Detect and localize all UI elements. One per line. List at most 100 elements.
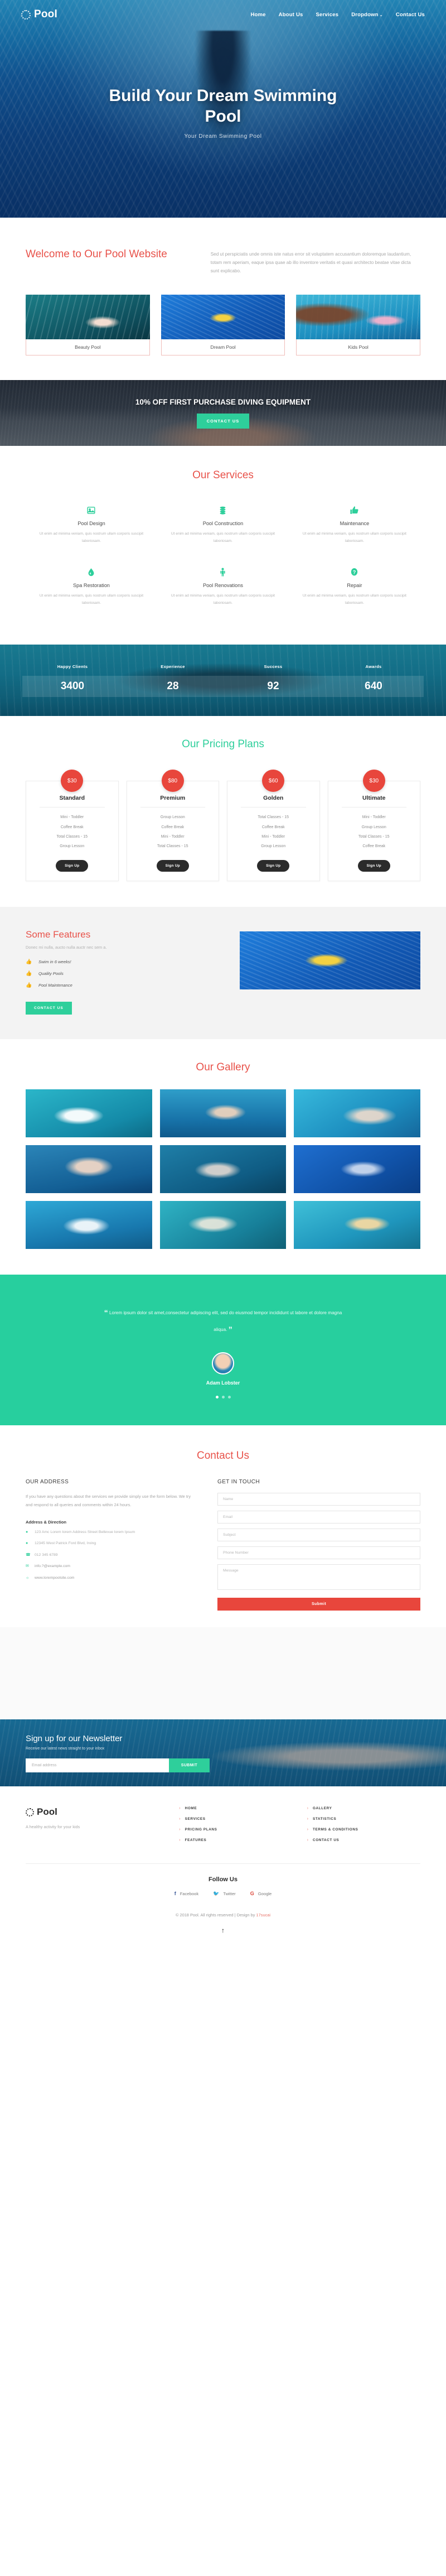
submit-button[interactable]: Submit bbox=[217, 1597, 420, 1611]
open-quote-icon: “ bbox=[104, 1308, 108, 1318]
chevron-right-icon: › bbox=[307, 1838, 308, 1842]
gallery-item[interactable] bbox=[26, 1089, 152, 1138]
stat-value-box: 92 bbox=[223, 675, 323, 697]
footer-link-row[interactable]: › GALLERY bbox=[307, 1806, 420, 1810]
gallery-item[interactable] bbox=[159, 1201, 287, 1249]
chevron-right-icon: › bbox=[179, 1816, 181, 1821]
footer-link-gallery[interactable]: GALLERY bbox=[313, 1806, 332, 1810]
question-mark-icon: ? bbox=[301, 566, 408, 577]
price-badge: $60 bbox=[262, 770, 285, 792]
contact-detail-email[interactable]: ✉ info.?@example.com bbox=[26, 1563, 198, 1570]
pricing-title: Our Pricing Plans bbox=[182, 738, 264, 751]
message-field[interactable] bbox=[217, 1564, 420, 1590]
footer-link-row[interactable]: › TERMS & CONDITIONS bbox=[307, 1828, 420, 1832]
footer-link-services[interactable]: SERVICES bbox=[185, 1817, 206, 1821]
brand-name: Pool bbox=[34, 8, 57, 20]
promo-contact-us-button[interactable]: CONTACT US bbox=[196, 413, 250, 429]
features-image bbox=[240, 931, 420, 990]
nav-item-contact-us[interactable]: Contact Us bbox=[396, 12, 425, 18]
pool-card-image bbox=[296, 294, 421, 339]
social-link-facebook[interactable]: f Facebook bbox=[174, 1891, 198, 1896]
footer-link-terms-conditions[interactable]: TERMS & CONDITIONS bbox=[313, 1828, 358, 1832]
our-address-paragraph: If you have any questions about the serv… bbox=[26, 1493, 191, 1507]
nav-item-about-us[interactable]: About Us bbox=[279, 12, 303, 18]
phone-number-field[interactable] bbox=[217, 1546, 420, 1559]
nav-item-services[interactable]: Services bbox=[316, 12, 339, 18]
footer-link-row[interactable]: › HOME bbox=[179, 1806, 292, 1810]
name-field[interactable] bbox=[217, 1492, 420, 1506]
email-field[interactable] bbox=[217, 1510, 420, 1524]
footer-link-home[interactable]: HOME bbox=[185, 1806, 197, 1810]
pool-card-caption: Dream Pool bbox=[161, 339, 285, 355]
svg-text:?: ? bbox=[353, 569, 356, 575]
footer-link-row[interactable]: › SERVICES bbox=[179, 1817, 292, 1821]
footer-link-row[interactable]: › FEATURES bbox=[179, 1838, 292, 1842]
stat-value-box: 28 bbox=[123, 675, 223, 697]
pricing-card-body: Golden Total Classes - 15 Coffee Break M… bbox=[227, 781, 320, 882]
address-direction-subheading: Address & Direction bbox=[26, 1519, 67, 1525]
subject-field[interactable] bbox=[217, 1528, 420, 1541]
sign-up-button[interactable]: Sign Up bbox=[56, 860, 89, 872]
footer-link-row[interactable]: › CONTACT US bbox=[307, 1838, 420, 1842]
plan-feature: Mini - Toddler bbox=[362, 815, 386, 820]
divider bbox=[341, 807, 406, 808]
stat-label: Success bbox=[264, 664, 283, 669]
designer-link[interactable]: 17sucai bbox=[256, 1912, 270, 1917]
pricing-card-golden: $60 Golden Total Classes - 15 Coffee Bre… bbox=[227, 770, 320, 882]
services-section: Our Services Pool Design Ut enim ad mini… bbox=[0, 445, 446, 645]
hero-title: Build Your Dream Swimming Pool bbox=[109, 86, 337, 126]
pool-card-beauty[interactable]: Beauty Pool bbox=[26, 294, 150, 355]
pricing-card-standard: $30 Standard Mini - Toddler Coffee Break… bbox=[26, 770, 119, 882]
footer-link-features[interactable]: FEATURES bbox=[185, 1838, 207, 1842]
nav-item-home[interactable]: Home bbox=[250, 12, 265, 18]
pool-card-dream[interactable]: Dream Pool bbox=[161, 294, 285, 355]
gallery-item[interactable] bbox=[26, 1201, 152, 1249]
pricing-cards: $30 Standard Mini - Toddler Coffee Break… bbox=[22, 770, 424, 882]
map-pin-icon: ● bbox=[26, 1530, 28, 1534]
nav-item-dropdown[interactable]: Dropdown ⌄ bbox=[351, 12, 383, 18]
brand-logo[interactable]: Pool bbox=[21, 8, 57, 21]
welcome-heading-col: Welcome to Our Pool Website bbox=[26, 247, 191, 262]
get-in-touch-col: GET IN TOUCH Submit bbox=[217, 1479, 420, 1611]
features-subtitle: Donec mi nulla, aucto nulla auctr nec se… bbox=[26, 945, 107, 950]
newsletter-email-input[interactable] bbox=[26, 1758, 169, 1772]
pool-cards: Beauty Pool Dream Pool Kids Pool bbox=[0, 281, 446, 380]
address-line-row: ● 123 Amc Lorem lorem Address Street Bel… bbox=[26, 1529, 198, 1536]
statistics-section: Happy Clients 3400 Experience 28 Success… bbox=[0, 645, 446, 717]
contact-title: Contact Us bbox=[197, 1449, 249, 1462]
plan-feature: Coffee Break bbox=[261, 825, 285, 829]
plan-feature: Total Classes - 15 bbox=[358, 834, 390, 839]
carousel-dot[interactable] bbox=[221, 1395, 225, 1398]
thumbs-up-icon bbox=[301, 505, 408, 516]
gallery-item[interactable] bbox=[294, 1201, 420, 1249]
social-link-twitter[interactable]: 🐦 Twitter bbox=[213, 1891, 236, 1897]
sign-up-button[interactable]: Sign Up bbox=[156, 860, 189, 872]
social-link-google[interactable]: G Google bbox=[250, 1891, 272, 1896]
pool-card-kids[interactable]: Kids Pool bbox=[296, 294, 421, 355]
service-name: Pool Construction bbox=[202, 521, 244, 527]
footer-link-pricing-plans[interactable]: PRICING PLANS bbox=[185, 1828, 217, 1832]
footer-link-row[interactable]: › STATISTICS bbox=[307, 1817, 420, 1821]
gallery-item[interactable] bbox=[159, 1089, 287, 1138]
contact-detail-website[interactable]: ☼ www.lorempoolsite.com bbox=[26, 1575, 198, 1582]
gallery-item[interactable] bbox=[294, 1145, 420, 1194]
carousel-dot[interactable] bbox=[227, 1395, 231, 1398]
back-to-top-button[interactable]: ↑ bbox=[26, 1926, 420, 1948]
plan-feature: Coffee Break bbox=[362, 844, 386, 848]
gallery-item[interactable] bbox=[294, 1089, 420, 1138]
plan-feature: Group Lesson bbox=[60, 844, 85, 848]
footer-link-contact-us[interactable]: CONTACT US bbox=[313, 1838, 339, 1842]
gallery-item[interactable] bbox=[159, 1145, 287, 1194]
plan-feature: Coffee Break bbox=[161, 825, 185, 829]
hero-content: Build Your Dream Swimming Pool Your Drea… bbox=[0, 0, 446, 218]
footer-link-row[interactable]: › PRICING PLANS bbox=[179, 1828, 292, 1832]
footer-link-statistics[interactable]: STATISTICS bbox=[313, 1817, 336, 1821]
sign-up-button[interactable]: Sign Up bbox=[257, 860, 290, 872]
gallery-item[interactable] bbox=[26, 1145, 152, 1194]
newsletter-submit-button[interactable]: SUBMIT bbox=[168, 1758, 210, 1772]
sign-up-button[interactable]: Sign Up bbox=[357, 860, 390, 872]
features-text-col: Some Features Donec mi nulla, aucto null… bbox=[26, 929, 221, 1015]
price-badge: $30 bbox=[61, 770, 84, 792]
features-contact-us-button[interactable]: CONTACT US bbox=[26, 1002, 72, 1015]
carousel-dot[interactable] bbox=[215, 1395, 219, 1398]
